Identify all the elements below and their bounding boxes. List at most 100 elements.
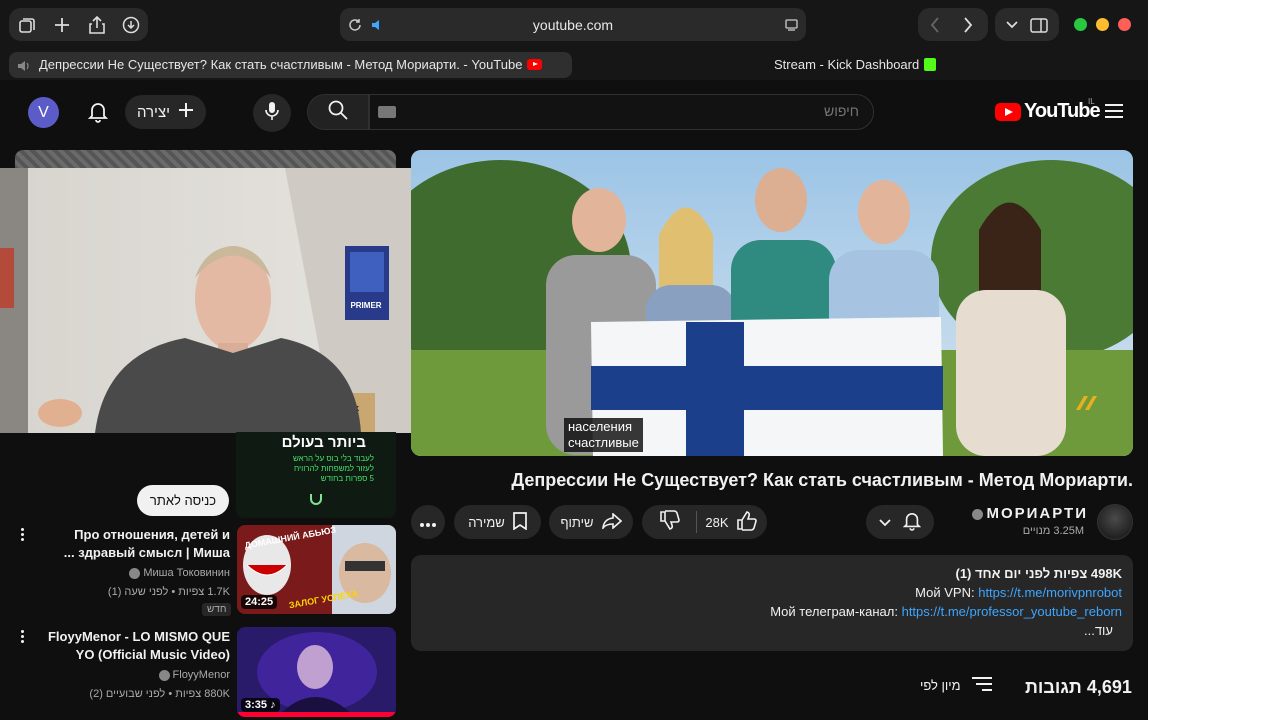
description-stats: 498K צפיות לפני יום אחד (1) <box>955 566 1122 581</box>
download-icon[interactable] <box>121 15 141 35</box>
window-minimize-button[interactable] <box>1096 18 1109 31</box>
ad-banner-top <box>15 150 396 170</box>
youtube-logo[interactable]: YouTube <box>995 100 1101 123</box>
rec-channel[interactable]: Миша Токовинин <box>40 564 230 582</box>
rec-meta: 880K צפיות • לפני שבועיים (2) <box>89 688 230 700</box>
kick-favicon-icon <box>924 58 936 71</box>
share-label: שיתוף <box>560 514 594 530</box>
ad-title: ביותר בעולם <box>281 434 366 451</box>
webcam-image: PRIMER Kick <box>0 168 469 433</box>
avatar[interactable]: V <box>28 97 59 128</box>
chevron-down-icon <box>879 515 891 530</box>
video-frame <box>411 150 1133 456</box>
channel-name[interactable]: МОРИАРТИ <box>960 505 1088 522</box>
microphone-icon <box>265 101 279 126</box>
tab-youtube-label: Депрессии Не Существует? Как стать счаст… <box>39 57 523 72</box>
tab-bar: Депрессии Не Существует? Как стать счаст… <box>0 50 1148 80</box>
rec-title-line: YO (Official Music Video) <box>75 647 230 662</box>
more-actions-button[interactable] <box>411 505 445 539</box>
share-button[interactable]: שיתוף <box>549 505 633 539</box>
ad-line: לעבוד בלי בוס על הראש <box>293 454 374 463</box>
search-field[interactable] <box>369 94 874 130</box>
save-label: שמירה <box>468 514 505 530</box>
notifications-bell-icon[interactable] <box>86 100 110 124</box>
bookmark-icon <box>512 511 527 533</box>
save-button[interactable]: שמירה <box>454 505 541 539</box>
channel-avatar[interactable] <box>1097 504 1133 540</box>
duration-badge: 3:35 ♪ <box>241 698 280 712</box>
description-more-button[interactable]: ...עוד <box>1084 622 1113 640</box>
sort-comments-button[interactable]: מיון לפי <box>920 676 993 695</box>
tab-kick[interactable]: Stream - Kick Dashboard <box>580 52 1135 78</box>
search-icon <box>328 100 348 125</box>
window-close-button[interactable] <box>1118 18 1131 31</box>
screen: youtube.com Депрессии Не Существует? Как… <box>0 0 1280 720</box>
rec-title-line: Про отношения, детей и <box>74 527 230 542</box>
rec-title[interactable]: Про отношения, детей и здравый смысл | М… <box>40 526 230 562</box>
vpn-link[interactable]: https://t.me/morivpnrobot <box>978 585 1122 600</box>
plus-icon <box>178 102 194 122</box>
hamburger-menu-icon[interactable] <box>1105 104 1123 118</box>
tab-overview-icon[interactable] <box>17 15 37 35</box>
finland-flag <box>591 317 943 456</box>
comments-count: 4,691 תגובות <box>1025 677 1132 697</box>
keyboard-icon[interactable] <box>378 106 396 118</box>
forward-icon[interactable] <box>958 15 978 35</box>
rec-thumbnail[interactable]: ДОМАШНИЙ АБЬЮЗ ЗАЛОГ УСПЕХА 24:25 <box>237 525 396 614</box>
share-arrow-icon <box>601 511 622 532</box>
subscription-button[interactable] <box>866 505 934 539</box>
vpn-label: Мой VPN: <box>915 585 979 600</box>
rec-channel[interactable]: FloyyMenor <box>40 666 230 684</box>
speaker-icon <box>17 59 31 77</box>
webcam-overlay: PRIMER Kick <box>0 168 469 433</box>
video-player[interactable] <box>411 150 1133 456</box>
telegram-label: Мой телеграм-канал: <box>770 604 902 619</box>
create-button[interactable]: יצירה <box>125 95 206 129</box>
share-icon[interactable] <box>87 15 107 35</box>
ad-line: לעזור למשפחות להרוויח <box>293 464 374 473</box>
ad-line: 5 ספרות בחודש <box>320 474 374 483</box>
dislike-button[interactable] <box>650 505 690 539</box>
rec-thumbnail[interactable]: 3:35 ♪ <box>237 627 396 717</box>
chevron-down-icon[interactable] <box>1002 15 1022 35</box>
verified-icon <box>129 567 141 579</box>
verified-icon <box>972 508 984 520</box>
youtube-favicon-icon <box>527 59 542 70</box>
rec-meta: 1.7K צפיות • לפני שעה (1) <box>107 586 230 598</box>
address-bar[interactable]: youtube.com <box>340 8 806 41</box>
tab-youtube[interactable]: Депрессии Не Существует? Как стать счаст… <box>9 52 572 78</box>
window-zoom-button[interactable] <box>1074 18 1087 31</box>
video-caption: населения счастливые <box>564 418 643 452</box>
like-button[interactable]: 28K <box>700 505 762 539</box>
ad-lines: לעבוד בלי בוס על הראש לעזור למשפחות להרו… <box>293 454 374 484</box>
more-options-icon[interactable] <box>18 528 26 544</box>
rec-title[interactable]: FloyyMenor - LO MISMO QUE YO (Official M… <box>40 628 230 664</box>
reader-mode-icon[interactable] <box>782 16 800 34</box>
search-button[interactable] <box>307 94 369 130</box>
back-icon[interactable] <box>925 15 945 35</box>
like-divider <box>696 511 697 533</box>
voice-search-button[interactable] <box>253 94 291 132</box>
duration-text: 3:35 <box>245 699 268 711</box>
new-badge: חדש <box>202 603 232 616</box>
video-title: Депрессии Не Существует? Как стать счаст… <box>511 470 1133 490</box>
ad-card[interactable]: ביותר בעולם לעבוד בלי בוס על הראש לעזור … <box>236 432 396 518</box>
logo-country-code: IL <box>1088 97 1095 106</box>
thumbs-up-icon <box>736 510 757 534</box>
ad-enter-site-button[interactable]: כניסה לאתר <box>137 485 229 516</box>
browser-window: youtube.com Депрессии Не Существует? Как… <box>0 0 1148 720</box>
caption-line: населения <box>568 419 633 434</box>
sidebar-toggle-icon[interactable] <box>1029 15 1049 35</box>
description-telegram-line: Мой телеграм-канал: https://t.me/profess… <box>770 603 1122 621</box>
rec-title-line: FloyyMenor - LO MISMO QUE <box>47 629 230 644</box>
subscriber-count: 3.25M מנויים <box>1022 525 1084 537</box>
ad-logo-icon <box>308 490 324 509</box>
telegram-link[interactable]: https://t.me/professor_youtube_reborn <box>902 604 1122 619</box>
youtube-play-icon <box>995 102 1021 121</box>
search-input[interactable] <box>559 103 859 119</box>
new-tab-icon[interactable] <box>52 15 72 35</box>
tab-kick-label: Stream - Kick Dashboard <box>774 57 920 72</box>
more-options-icon[interactable] <box>18 630 26 646</box>
description-box[interactable]: 498K צפיות לפני יום אחד (1) Мой VPN: htt… <box>411 555 1133 651</box>
rec-title-line: здравый смысл | Миша ... <box>63 545 230 560</box>
